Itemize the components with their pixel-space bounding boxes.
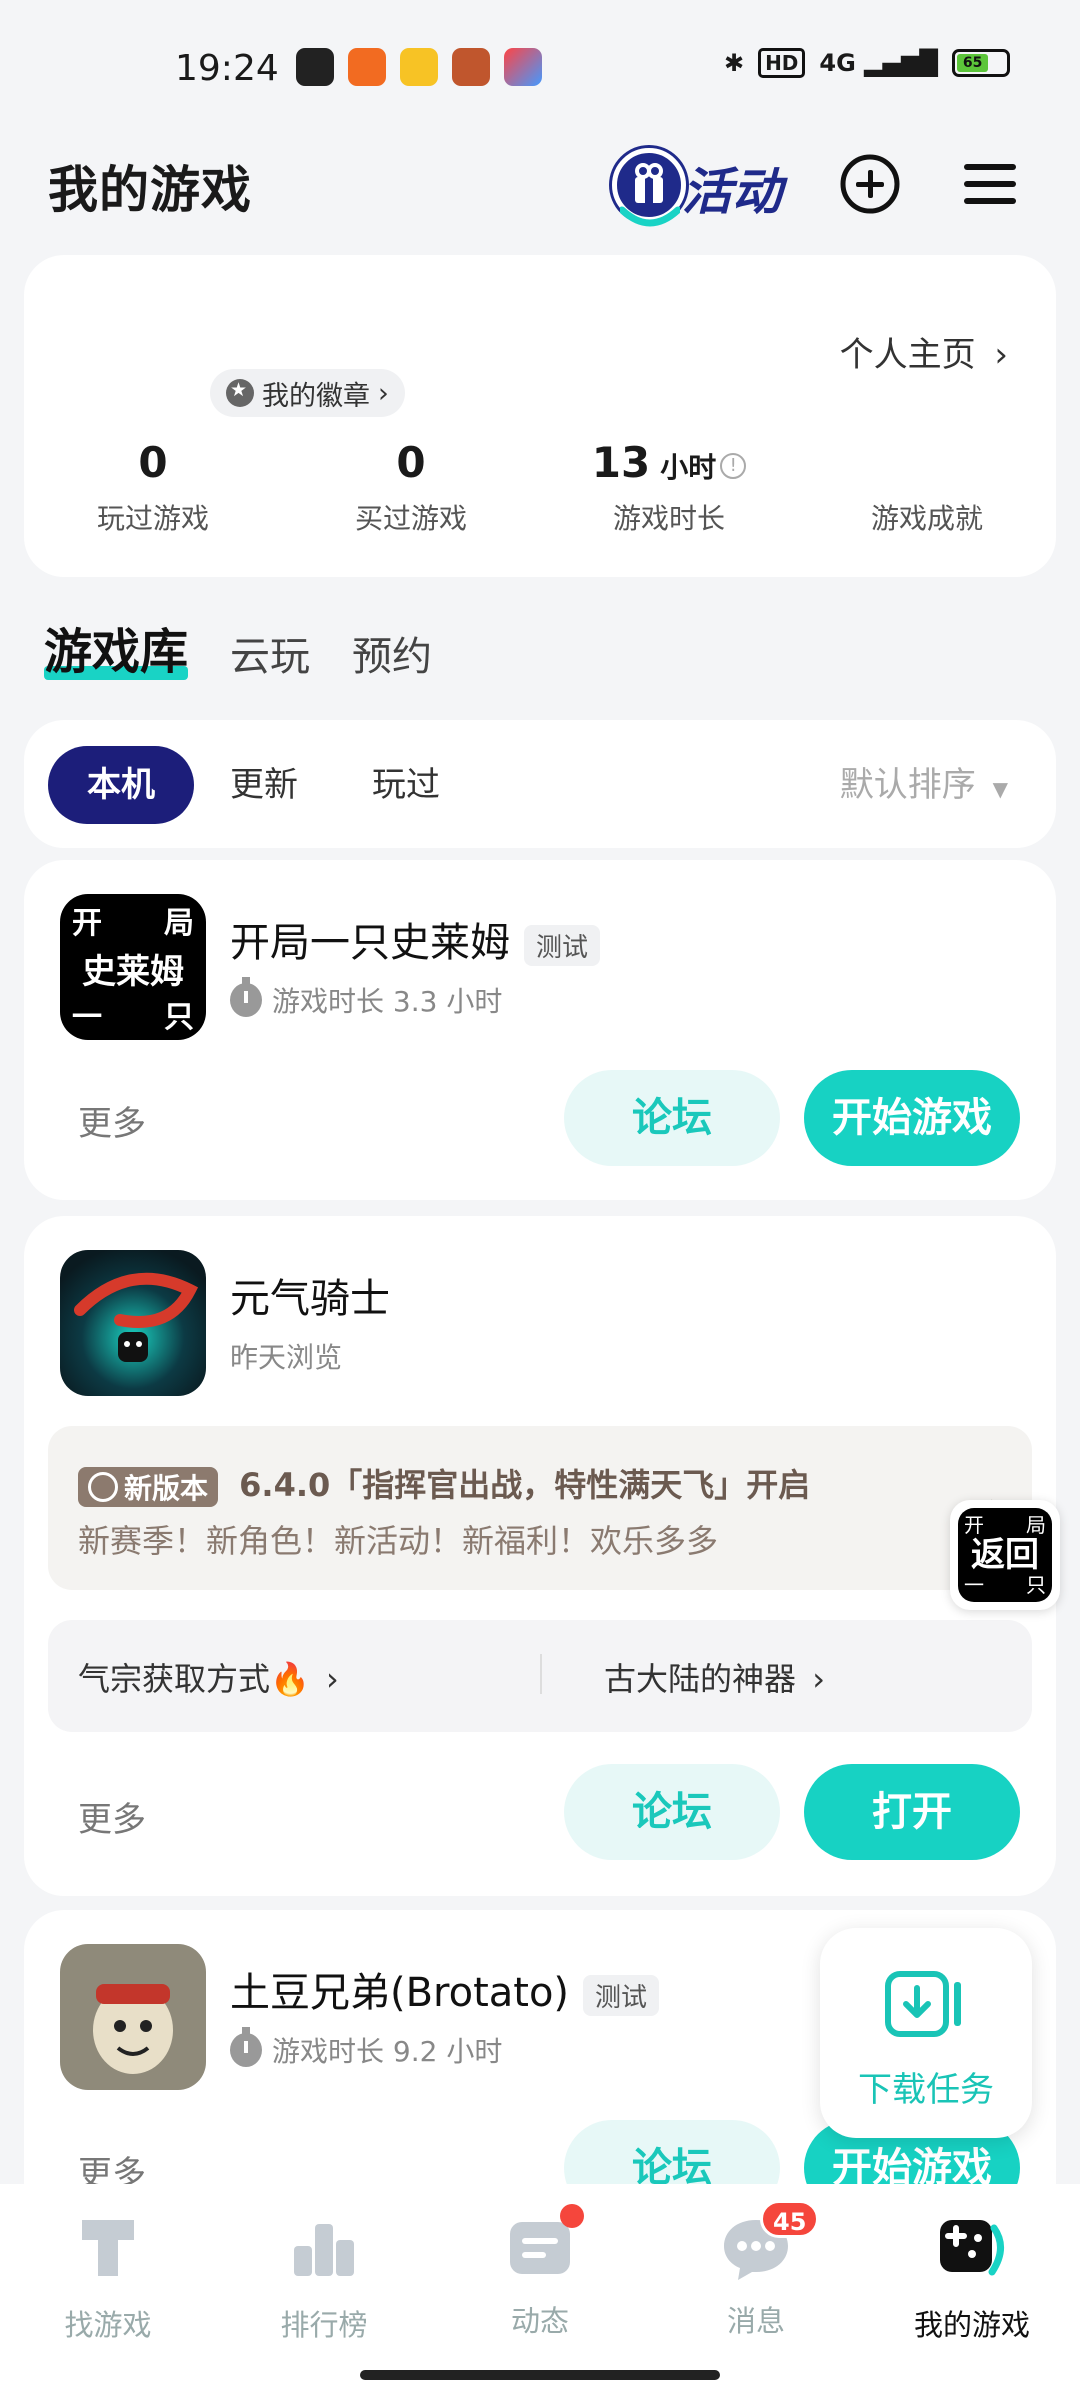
bottom-navigation: 找游戏 排行榜 动态 45 消息 我的游戏: [0, 2184, 1080, 2400]
notification-app-icon-3: [400, 48, 438, 86]
game-title: 开局一只史莱姆 测试: [230, 910, 601, 968]
potato-character-icon: [93, 1984, 173, 2074]
ranking-icon: [294, 2224, 354, 2276]
medal-icon: [226, 379, 254, 407]
notification-app-icon-1: [296, 48, 334, 86]
activity-label: 活动: [682, 163, 782, 221]
status-bar: 19:24 ✱ HD 4G ▂▄▆█ 65: [0, 0, 1080, 130]
bluetooth-icon: ✱: [723, 49, 745, 77]
caret-down-icon: ▼: [992, 777, 1008, 801]
status-indicators: ✱ HD 4G ▂▄▆█ 65: [724, 48, 1010, 78]
find-game-icon: [82, 2220, 134, 2276]
library-tabs: 游戏库 云玩 预约: [44, 612, 432, 682]
open-game-button[interactable]: 打开: [804, 1764, 1020, 1860]
nav-ranking[interactable]: 排行榜: [216, 2184, 432, 2400]
stopwatch-icon: [230, 2027, 262, 2067]
playtime-row: 游戏时长 3.3 小时: [230, 977, 502, 1020]
activity-swoosh-decoration: [620, 206, 680, 227]
update-icon: [88, 1472, 118, 1502]
tab-game-library[interactable]: 游戏库: [44, 612, 189, 682]
link-qizong-guide[interactable]: 气宗获取方式🔥 ›: [78, 1654, 339, 1700]
activity-button[interactable]: 活动: [600, 140, 790, 232]
playtime-row: 游戏时长 9.2 小时: [230, 2027, 502, 2070]
nav-my-games[interactable]: 我的游戏: [864, 2184, 1080, 2400]
stat-played-games[interactable]: 0 玩过游戏: [24, 435, 282, 537]
filter-chip-local[interactable]: 本机: [48, 746, 194, 824]
game-title: 土豆兄弟(Brotato) 测试: [230, 1960, 660, 2018]
notification-app-icon-5: [504, 48, 542, 86]
update-notice[interactable]: 新版本 6.4.0「指挥官出战，特性满天飞」开启 新赛季！新角色！新活动！新福利…: [48, 1426, 1032, 1590]
profile-summary-card: 个人主页 › 我的徽章 › 0 玩过游戏 0 买过游戏 13小时! 游戏时长 游…: [24, 255, 1056, 577]
menu-icon[interactable]: [958, 152, 1022, 216]
tab-cloud-play[interactable]: 云玩: [230, 624, 310, 682]
stat-play-time[interactable]: 13 小时! 游戏时长: [540, 435, 798, 537]
chevron-right-icon: ›: [994, 335, 1008, 375]
top-header: 我的游戏 活动: [0, 140, 1080, 240]
battery-icon: 65: [952, 49, 1010, 77]
test-tag: 测试: [583, 1974, 660, 2016]
knight-artwork-icon: [74, 1272, 199, 1362]
filter-chip-updates[interactable]: 更新: [230, 746, 298, 824]
chevron-right-icon: ›: [812, 1660, 825, 1698]
game-title: 元气骑士: [230, 1276, 390, 1322]
nav-find-game[interactable]: 找游戏: [0, 2184, 216, 2400]
sort-dropdown[interactable]: 默认排序 ▼: [840, 746, 1008, 828]
tab-reservations[interactable]: 预约: [352, 624, 432, 682]
homepage-link[interactable]: 个人主页 ›: [840, 327, 1008, 376]
stats-row: 0 玩过游戏 0 买过游戏 13 小时! 游戏时长 游戏成就: [24, 435, 1056, 537]
stat-achievements[interactable]: 游戏成就: [798, 435, 1056, 537]
page-title: 我的游戏: [48, 161, 252, 219]
floating-return-button[interactable]: 开 局 返回 一 只: [950, 1500, 1060, 1610]
game-card-slime[interactable]: 开 局 史莱姆 一 只 开局一只史莱姆 测试 游戏时长 3.3 小时 更多 论坛 …: [24, 860, 1056, 1200]
stat-bought-games[interactable]: 0 买过游戏: [282, 435, 540, 537]
notification-app-icon-4: [452, 48, 490, 86]
test-tag: 测试: [524, 924, 601, 966]
signal-icon: 4G ▂▄▆█: [819, 49, 938, 77]
message-count-badge: 45: [760, 2200, 820, 2238]
more-button[interactable]: 更多: [78, 1792, 146, 1841]
forum-button[interactable]: 论坛: [564, 1764, 780, 1860]
game-icon-brotato[interactable]: [60, 1944, 206, 2090]
stopwatch-icon: [230, 977, 262, 1017]
add-circle-icon[interactable]: [838, 152, 902, 216]
forum-button[interactable]: 论坛: [564, 1070, 780, 1166]
game-icon-slime[interactable]: 开 局 史莱姆 一 只: [60, 894, 206, 1040]
home-indicator[interactable]: [360, 2370, 720, 2380]
filter-bar: 本机 更新 玩过 默认排序 ▼: [24, 720, 1056, 848]
game-links: 气宗获取方式🔥 › 古大陆的神器 ›: [48, 1620, 1032, 1732]
divider: [540, 1654, 542, 1694]
new-version-tag: 新版本: [78, 1467, 219, 1507]
chevron-right-icon: ›: [326, 1660, 339, 1698]
nav-messages[interactable]: 45 消息: [648, 2184, 864, 2400]
game-card-soul-knight[interactable]: 元气骑士 昨天浏览 新版本 6.4.0「指挥官出战，特性满天飞」开启 新赛季！新…: [24, 1216, 1056, 1896]
download-tasks-button[interactable]: 下载任务: [820, 1928, 1032, 2138]
game-icon-soul-knight[interactable]: [60, 1250, 206, 1396]
message-icon: 45: [718, 2200, 820, 2286]
notification-app-icon-2: [348, 48, 386, 86]
filter-chip-played[interactable]: 玩过: [372, 746, 440, 824]
start-game-button[interactable]: 开始游戏: [804, 1070, 1020, 1166]
my-games-icon: [940, 2220, 1004, 2276]
clock: 19:24: [175, 48, 279, 89]
chevron-right-icon: ›: [378, 377, 389, 409]
unread-dot: [560, 2204, 584, 2228]
feed-icon: [502, 2204, 584, 2286]
update-title: 6.4.0「指挥官出战，特性满天飞」开启: [239, 1466, 811, 1504]
info-icon[interactable]: !: [720, 452, 747, 479]
more-button[interactable]: 更多: [78, 1096, 146, 1145]
link-ancient-artifacts[interactable]: 古大陆的神器 ›: [604, 1654, 825, 1700]
my-badges-button[interactable]: 我的徽章 ›: [210, 369, 405, 417]
last-viewed-text: 昨天浏览: [230, 1341, 343, 1374]
update-description: 新赛季！新角色！新活动！新福利！欢乐多多: [78, 1522, 719, 1560]
download-icon: [885, 1971, 961, 2037]
hd-icon: HD: [758, 48, 806, 78]
nav-feed[interactable]: 动态: [432, 2184, 648, 2400]
